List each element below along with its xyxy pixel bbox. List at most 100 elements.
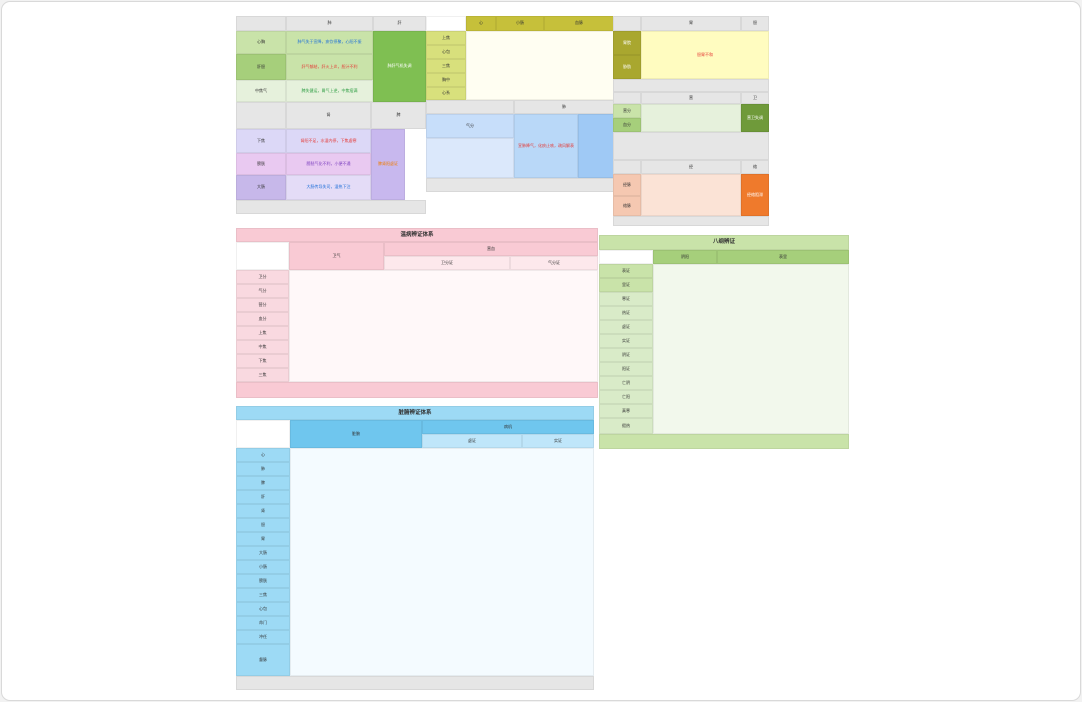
header-cell <box>613 160 641 174</box>
row-label: 大肠 <box>236 175 286 200</box>
content-area <box>653 264 849 434</box>
header-cell: 胃 <box>641 16 741 31</box>
header-cell: 阴阳 <box>653 250 717 264</box>
header-cell: 脾 <box>371 102 426 129</box>
row-label: 肺 <box>236 462 290 476</box>
row-label: 脾 <box>236 476 290 490</box>
row-label: 心包 <box>236 602 290 616</box>
table-zangfu: 脏腑辨证体系 脏腑 病机 虚证 实证 心 肺 脾 肝 肾 胆 胃 大肠 小肠 膀… <box>236 406 594 690</box>
row-label: 心包 <box>426 45 466 59</box>
row-label: 血分 <box>613 118 641 132</box>
row-label: 胁肋 <box>613 55 641 79</box>
footer-bar <box>613 132 769 160</box>
header-cell: 卫 <box>741 92 769 104</box>
panel-lung-qi: 肺 气分 宣肺降气，化痰止咳，疏风解表 <box>426 100 614 192</box>
row-label: 实证 <box>599 334 653 348</box>
row-label: 肾 <box>236 504 290 518</box>
content-area <box>426 138 514 178</box>
row-text: 宣肺降气，化痰止咳，疏风解表 <box>514 114 578 178</box>
row-label: 里证 <box>599 278 653 292</box>
row-label: 寒证 <box>599 292 653 306</box>
side-block <box>578 114 614 178</box>
header-cell: 心 <box>466 16 496 31</box>
side-summary: 营卫失调 <box>741 104 769 132</box>
row-label: 膀胱 <box>236 574 290 588</box>
header-cell <box>236 420 290 448</box>
row-label: 督脉 <box>236 644 290 676</box>
row-label: 上焦 <box>236 326 289 340</box>
row-label: 上焦 <box>426 31 466 45</box>
row-label: 亡阳 <box>599 390 653 404</box>
row-label: 三焦 <box>236 368 289 382</box>
row-label: 胃脘 <box>613 31 641 55</box>
header-cell <box>426 100 514 114</box>
content-area <box>466 31 614 100</box>
table-bagang: 八纲辨证 阴阳 表里 表证 里证 寒证 热证 虚证 实证 阴证 阳证 亡阴 亡阳… <box>599 235 849 449</box>
row-text: 肺气失于宣降，痰饮停聚，心阳不振 <box>286 31 373 54</box>
row-label: 营分 <box>236 298 289 312</box>
header-cell <box>236 16 286 31</box>
header-cell: 营 <box>641 92 741 104</box>
side-summary: 经络阻滞 <box>741 174 769 216</box>
header-cell: 血脉 <box>544 16 614 31</box>
header-cell: 肺 <box>286 16 373 31</box>
header-cell <box>426 16 466 31</box>
canvas-frame: 肺 肝 心胸 肺气失于宣降，痰饮停聚，心阳不振 肝胆 肝气郁结，肝火上炎，胆汁不… <box>1 1 1081 701</box>
row-label: 肝 <box>236 490 290 504</box>
row-label: 小肠 <box>236 560 290 574</box>
header-cell: 卫气 <box>289 242 384 270</box>
row-text: 膀胱气化不利，小便不通 <box>286 153 371 175</box>
side-summary: 胆胃不和 <box>641 31 769 79</box>
header-cell: 肾 <box>286 102 371 129</box>
row-text: 大肠传导失司，湿热下注 <box>286 175 371 200</box>
panel-ying-wei: 营 卫 营分 血分 营卫失调 <box>613 92 769 160</box>
subheader-cell: 卫分证 <box>384 256 510 270</box>
content-area <box>641 104 741 132</box>
row-label: 亡阴 <box>599 376 653 390</box>
header-cell: 营血 <box>384 242 598 256</box>
panel-heart: 心 小肠 血脉 上焦 心包 三焦 胸中 心系 <box>426 16 614 100</box>
content-area <box>641 174 741 216</box>
row-label: 络脉 <box>613 196 641 216</box>
row-label: 大肠 <box>236 546 290 560</box>
row-label: 心胸 <box>236 31 286 54</box>
table-title: 温病辨证体系 <box>236 228 598 242</box>
row-label: 血分 <box>236 312 289 326</box>
row-label: 胆 <box>236 518 290 532</box>
header-cell <box>613 92 641 104</box>
row-label: 肝胆 <box>236 54 286 80</box>
table-title: 脏腑辨证体系 <box>236 406 594 420</box>
row-text: 脾失健运，胃气上逆，中焦痞满 <box>286 80 373 102</box>
panel-lung-liver: 肺 肝 心胸 肺气失于宣降，痰饮停聚，心阳不振 肝胆 肝气郁结，肝火上炎，胆汁不… <box>236 16 426 102</box>
header-cell <box>236 102 286 129</box>
table-title: 八纲辨证 <box>599 235 849 250</box>
row-label: 心 <box>236 448 290 462</box>
footer-bar <box>236 382 598 398</box>
content-area <box>289 270 598 382</box>
row-label: 阴证 <box>599 348 653 362</box>
side-summary: 脾肾阳虚证 <box>371 129 405 200</box>
content-area <box>290 448 594 676</box>
row-label: 三焦 <box>236 588 290 602</box>
header-cell <box>236 242 289 270</box>
header-cell: 脏腑 <box>290 420 422 448</box>
header-cell: 病机 <box>422 420 594 434</box>
row-label: 膀胱 <box>236 153 286 175</box>
header-cell: 络 <box>741 160 769 174</box>
subheader-cell: 气分证 <box>510 256 598 270</box>
table-wenbing: 温病辨证体系 卫气 营血 卫分证 气分证 卫分 气分 营分 血分 上焦 中焦 下… <box>236 228 598 398</box>
row-label: 真寒 <box>599 404 653 418</box>
row-label: 卫分 <box>236 270 289 284</box>
row-label: 虚证 <box>599 320 653 334</box>
header-cell: 经 <box>641 160 741 174</box>
footer-bar <box>426 178 614 192</box>
row-label: 心系 <box>426 87 466 100</box>
footer-bar <box>613 79 769 92</box>
panel-stomach-gallbladder: 胃 胆 胃脘 胁肋 胆胃不和 <box>613 16 769 92</box>
header-cell: 胆 <box>741 16 769 31</box>
row-label: 热证 <box>599 306 653 320</box>
side-summary: 肺肝气机失调 <box>373 31 426 102</box>
row-label: 中焦气 <box>236 80 286 102</box>
subheader-cell: 虚证 <box>422 434 522 448</box>
row-label: 气分 <box>236 284 289 298</box>
